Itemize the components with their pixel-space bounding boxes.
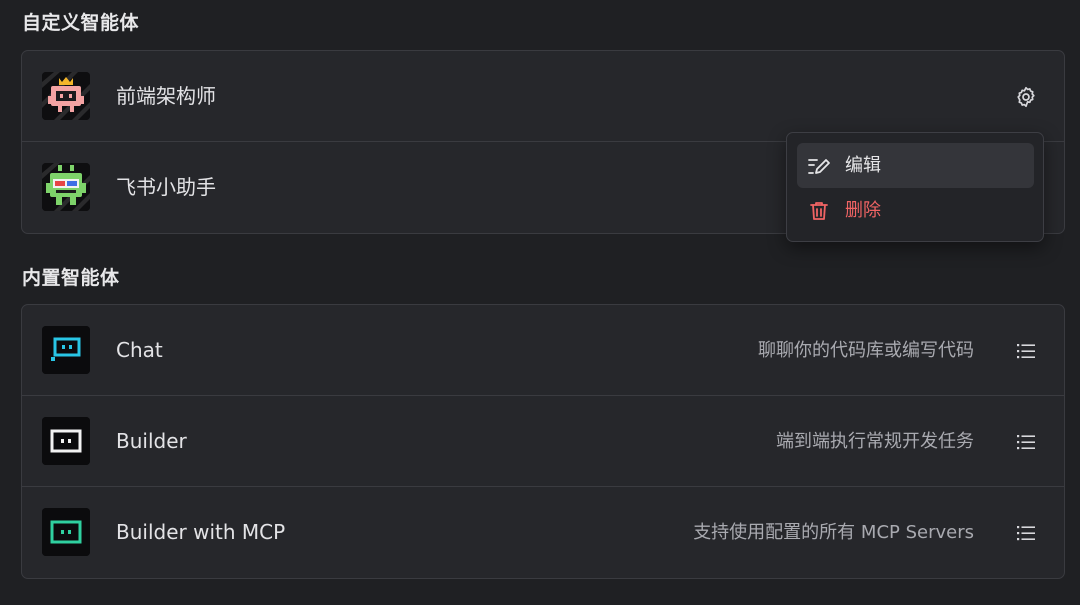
builtin-agent-description: 聊聊你的代码库或编写代码	[758, 340, 974, 361]
menu-item-delete-label: 删除	[845, 200, 881, 221]
agent-context-menu: 编辑 删除	[786, 132, 1044, 242]
menu-item-edit[interactable]: 编辑	[797, 143, 1034, 188]
green-robot-3d-glasses-avatar	[42, 163, 90, 211]
builtin-agent-row-builder-mcp[interactable]: Builder with MCP 支持使用配置的所有 MCP Servers	[22, 487, 1064, 578]
builtin-agent-description: 端到端执行常规开发任务	[776, 431, 974, 452]
gear-icon[interactable]	[1014, 85, 1038, 109]
trash-icon	[807, 199, 831, 223]
pink-robot-crown-avatar	[42, 72, 90, 120]
menu-item-delete[interactable]: 删除	[797, 188, 1034, 233]
builtin-agent-row-chat[interactable]: Chat 聊聊你的代码库或编写代码	[22, 305, 1064, 396]
builtin-agents-section-title: 内置智能体	[22, 267, 120, 289]
custom-agent-name: 前端架构师	[116, 84, 216, 108]
list-icon[interactable]	[1014, 521, 1038, 545]
edit-icon	[807, 154, 831, 178]
builtin-agent-name: Chat	[116, 338, 163, 362]
builtin-agent-row-builder[interactable]: Builder 端到端执行常规开发任务	[22, 396, 1064, 487]
custom-agents-section-title: 自定义智能体	[22, 12, 140, 34]
builtin-agent-description: 支持使用配置的所有 MCP Servers	[693, 522, 974, 543]
green-builder-bot-avatar	[42, 508, 90, 556]
builtin-agent-name: Builder	[116, 429, 187, 453]
custom-agent-row[interactable]: 前端架构师	[22, 51, 1064, 142]
white-builder-bot-avatar	[42, 417, 90, 465]
cyan-chat-bot-avatar	[42, 326, 90, 374]
agents-settings-page: 自定义智能体 前端架构师 飞书小助手 内置智能体 Chat 聊聊你的代码库或编写…	[0, 0, 1080, 605]
list-icon[interactable]	[1014, 430, 1038, 454]
builtin-agents-card: Chat 聊聊你的代码库或编写代码 Builder 端到端执行常规开发任务 Bu…	[21, 304, 1065, 579]
builtin-agent-name: Builder with MCP	[116, 520, 286, 544]
menu-item-edit-label: 编辑	[845, 155, 881, 176]
custom-agent-name: 飞书小助手	[116, 175, 216, 199]
list-icon[interactable]	[1014, 339, 1038, 363]
